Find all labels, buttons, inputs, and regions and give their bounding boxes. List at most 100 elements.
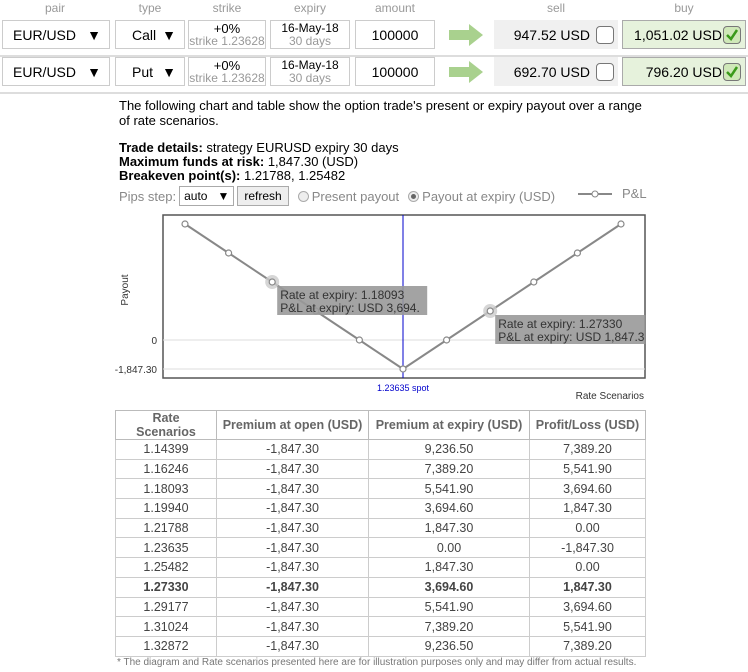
- breakeven-label: Breakeven point(s):: [119, 168, 241, 183]
- legend-marker: [591, 190, 599, 198]
- table-row: 1.18093 -1,847.30 5,541.90 3,694.60: [115, 478, 646, 500]
- column-header: Profit/Loss (USD): [529, 410, 646, 440]
- table-row: 1.21788 -1,847.30 1,847.30 0.00: [115, 517, 646, 539]
- table-cell: 1.31024: [115, 616, 217, 637]
- table-row: 1.19940 -1,847.30 3,694.60 1,847.30: [115, 498, 646, 519]
- scenario-table: Rate Scenarios Premium at open (USD) Premi…: [115, 410, 646, 657]
- present-payout-label[interactable]: Present payout: [312, 189, 399, 204]
- table-cell: -1,847.30: [216, 498, 369, 519]
- tooltip-line: P&L at expiry: USD 1,847.3: [498, 330, 645, 344]
- table-cell: 7,389.20: [368, 616, 530, 637]
- present-payout-radio[interactable]: [297, 190, 309, 202]
- table-cell: 1.18093: [115, 478, 217, 500]
- expiry-field[interactable]: 16-May-18 30 days: [270, 20, 350, 49]
- amount-input[interactable]: 100000: [355, 57, 435, 86]
- spot-label: 1.23635 spot: [377, 383, 430, 393]
- table-cell: 1.21788: [115, 517, 217, 539]
- table-cell: -1,847.30: [216, 596, 369, 618]
- table-cell: 1.32872: [115, 635, 217, 657]
- type-select[interactable]: Put ▼: [115, 57, 185, 86]
- table-cell: -1,847.30: [216, 439, 369, 460]
- data-point[interactable]: [530, 278, 538, 286]
- dropdown-arrow-icon: ▼: [87, 26, 101, 43]
- table-row: 1.32872 -1,847.30 9,236.50 7,389.20: [115, 635, 646, 657]
- checkmark-icon[interactable]: [723, 25, 741, 44]
- table-row: 1.29177 -1,847.30 5,541.90 3,694.60: [115, 596, 646, 618]
- data-point[interactable]: [399, 365, 407, 373]
- table-cell: -1,847.30: [216, 458, 369, 480]
- payout-expiry-radio[interactable]: [408, 190, 420, 202]
- data-point[interactable]: [617, 220, 625, 228]
- data-point[interactable]: [443, 336, 451, 344]
- table-cell: -1,847.30: [216, 635, 369, 657]
- tooltip: [495, 315, 646, 344]
- sell-price[interactable]: 947.52 USD: [494, 20, 618, 49]
- legend-label: P&L: [622, 186, 647, 201]
- tooltip-line: Rate at expiry: 1.27330: [498, 317, 622, 331]
- table-cell: 5,541.90: [529, 616, 646, 637]
- column-header: Premium at open (USD): [216, 410, 369, 440]
- max-funds-label: Maximum funds at risk:: [119, 154, 265, 169]
- data-point[interactable]: [181, 220, 189, 228]
- data-point[interactable]: [573, 249, 582, 257]
- sell-price[interactable]: 692.70 USD: [494, 57, 618, 86]
- table-cell: 5,541.90: [529, 458, 646, 480]
- sell-value: 947.52 USD: [513, 26, 590, 43]
- data-point[interactable]: [355, 336, 363, 344]
- table-cell: 1.25482: [115, 557, 217, 578]
- data-point[interactable]: [312, 307, 320, 315]
- checkmark-icon[interactable]: [723, 62, 741, 81]
- table-row: 1.14399 -1,847.30 9,236.50 7,389.20: [115, 439, 646, 460]
- header-strike: strike: [212, 1, 242, 15]
- payout-expiry-label[interactable]: Payout at expiry (USD): [422, 189, 555, 204]
- pair-select[interactable]: EUR/USD ▼: [2, 57, 110, 86]
- table-cell: 7,389.20: [529, 635, 646, 657]
- dropdown-arrow-icon: ▼: [87, 63, 101, 80]
- data-point[interactable]: [486, 307, 494, 315]
- sell-checkbox[interactable]: [596, 25, 614, 44]
- dropdown-arrow-icon: ▼: [217, 189, 230, 203]
- strike-field[interactable]: +0% strike 1.23628: [188, 20, 266, 49]
- header-sell: sell: [546, 1, 565, 15]
- pips-step-value: auto: [184, 189, 208, 203]
- table-cell: -1,847.30: [216, 478, 369, 500]
- data-point[interactable]: [268, 278, 276, 286]
- ytick-label: -1,847.30: [115, 365, 158, 376]
- tooltip-line: Rate at expiry: 1.18093: [280, 288, 404, 302]
- pair-value: EUR/USD: [13, 26, 77, 43]
- amount-input[interactable]: 100000: [355, 20, 435, 49]
- tooltip: [277, 286, 428, 315]
- table-cell: 5,541.90: [368, 478, 530, 500]
- buy-value: 796.20 USD: [645, 63, 722, 80]
- chart-options: Pips step: auto ▼ refresh Present payout …: [119, 186, 555, 206]
- pips-step-select[interactable]: auto ▼: [179, 186, 235, 206]
- table-cell: 1.16246: [115, 458, 217, 480]
- type-value: Call: [132, 26, 157, 43]
- data-point[interactable]: [225, 249, 233, 257]
- plot-area: [162, 214, 646, 379]
- table-cell: -1,847.30: [216, 557, 369, 578]
- type-select[interactable]: Call ▼: [115, 20, 185, 49]
- expiry-field[interactable]: 16-May-18 30 days: [270, 57, 350, 86]
- table-row: 1.16246 -1,847.30 7,389.20 5,541.90: [115, 458, 646, 480]
- table-cell: 1.14399: [115, 439, 217, 460]
- buy-price[interactable]: 1,051.02 USD: [622, 20, 746, 49]
- legend: P&L: [578, 186, 647, 201]
- table-cell: 3,694.60: [368, 498, 530, 519]
- table-cell: 7,389.20: [368, 458, 530, 480]
- header-type: type: [138, 1, 162, 15]
- type-value: Put: [132, 63, 154, 80]
- breakeven-value: 1.21788, 1.25482: [240, 168, 346, 183]
- pair-select[interactable]: EUR/USD ▼: [2, 20, 110, 49]
- trade-details-label: Trade details:: [119, 140, 203, 155]
- refresh-button[interactable]: refresh: [237, 186, 289, 206]
- table-row: 1.25482 -1,847.30 1,847.30 0.00: [115, 557, 646, 578]
- buy-price[interactable]: 796.20 USD: [622, 57, 746, 86]
- sell-checkbox[interactable]: [596, 62, 614, 81]
- strike-value: strike 1.23628: [189, 34, 265, 48]
- table-cell: 1.27330: [115, 576, 217, 598]
- table-cell: 3,694.60: [529, 596, 646, 618]
- table-cell: 1.23635: [115, 537, 217, 559]
- hover-halo: [483, 304, 498, 318]
- strike-field[interactable]: +0% strike 1.23628: [188, 57, 266, 86]
